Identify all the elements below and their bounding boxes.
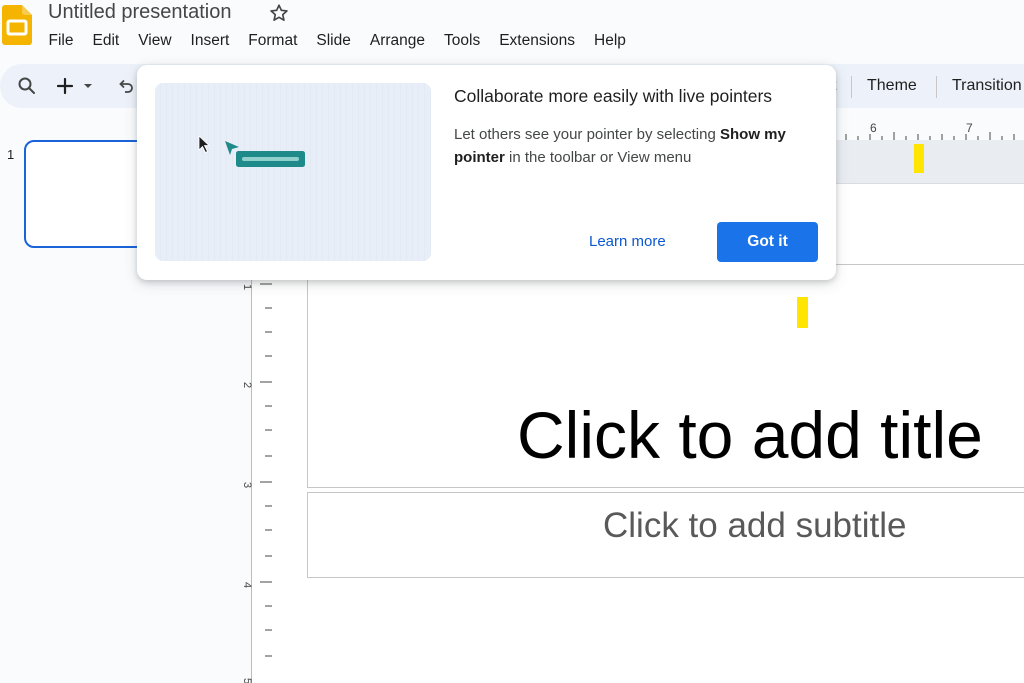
menu-view[interactable]: View xyxy=(129,29,181,53)
slides-logo-icon[interactable] xyxy=(2,5,32,45)
menu-extensions[interactable]: Extensions xyxy=(490,29,585,53)
collaborator-marker xyxy=(797,297,808,328)
got-it-button[interactable]: Got it xyxy=(717,222,818,262)
menu-arrange[interactable]: Arrange xyxy=(360,29,434,53)
menu-file[interactable]: File xyxy=(39,29,83,53)
theme-button[interactable]: Theme xyxy=(867,77,917,95)
learn-more-link[interactable]: Learn more xyxy=(589,231,666,253)
ruler-label-6: 6 xyxy=(870,121,877,135)
illustration-graphic xyxy=(155,83,431,261)
ruler-label-7: 7 xyxy=(966,121,973,135)
subtitle-placeholder-text[interactable]: Click to add subtitle xyxy=(603,506,906,546)
popup-illustration xyxy=(155,83,431,261)
ruler-label-5: 5 xyxy=(241,678,253,683)
popup-body: Let others see your pointer by selecting… xyxy=(454,123,814,169)
ruler-label-2: 2 xyxy=(241,382,253,388)
live-pointers-popup: Collaborate more easily with live pointe… xyxy=(137,65,836,280)
menu-insert[interactable]: Insert xyxy=(181,29,239,53)
new-slide-plus-icon[interactable] xyxy=(55,76,75,96)
menu-slide[interactable]: Slide xyxy=(307,29,360,53)
menu-format[interactable]: Format xyxy=(239,29,307,53)
popup-body-prefix: Let others see your pointer by selecting xyxy=(454,126,720,143)
undo-icon[interactable] xyxy=(116,76,136,96)
chevron-down-icon[interactable] xyxy=(81,76,95,96)
menu-tools[interactable]: Tools xyxy=(435,29,490,53)
title-placeholder-text[interactable]: Click to add title xyxy=(517,396,983,474)
search-icon[interactable] xyxy=(17,76,37,96)
ruler-label-3: 3 xyxy=(241,482,253,488)
toolbar-divider xyxy=(851,76,852,98)
toolbar-divider xyxy=(936,76,937,98)
transition-button[interactable]: Transition xyxy=(952,77,1022,95)
menu-edit[interactable]: Edit xyxy=(83,29,129,53)
popup-body-suffix: in the toolbar or View menu xyxy=(504,149,692,166)
popup-title: Collaborate more easily with live pointe… xyxy=(454,86,773,106)
ruler-label-1: 1 xyxy=(241,284,253,290)
slide-number: 1 xyxy=(7,147,15,162)
collaborator-marker xyxy=(914,144,924,173)
star-icon[interactable] xyxy=(268,2,290,24)
menu-help[interactable]: Help xyxy=(585,29,636,53)
document-title[interactable]: Untitled presentation xyxy=(48,0,231,24)
menu-bar: File Edit View Insert Format Slide Arran… xyxy=(39,29,635,53)
ruler-label-4: 4 xyxy=(241,582,253,588)
